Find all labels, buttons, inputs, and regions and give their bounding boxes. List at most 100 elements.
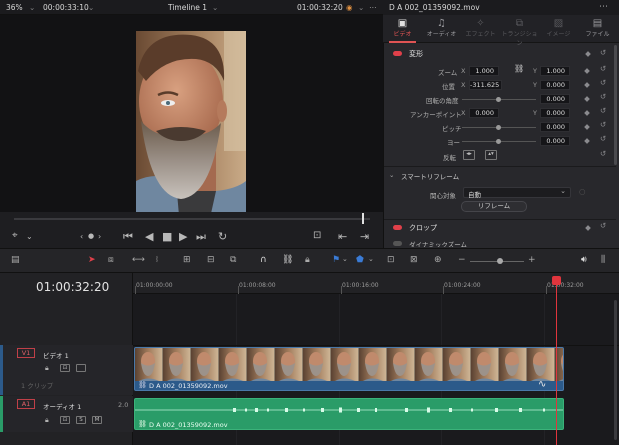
position-y-field[interactable]: 0.000 [540, 80, 570, 90]
reframe-button[interactable]: リフレーム [461, 201, 527, 212]
loop-icon[interactable]: ↻ [218, 230, 227, 243]
scrubber-playhead[interactable] [362, 213, 364, 224]
anchor-y-field[interactable]: 0.000 [540, 108, 570, 118]
zoom-y-field[interactable]: 1.000 [540, 66, 570, 76]
rotation-slider-knob[interactable] [496, 97, 501, 102]
chevron-down-icon[interactable]: ⌄ [88, 3, 94, 12]
jog-right-icon[interactable]: › [98, 232, 101, 241]
transform-section-header[interactable]: 変形 ↺ [384, 47, 616, 61]
linked-selection-icon[interactable]: ⛓ [282, 255, 293, 265]
rotation-field[interactable]: 0.000 [540, 94, 570, 104]
zoom-detail-icon[interactable]: ⊠ [410, 255, 418, 265]
selection-tool-icon[interactable]: ➤ [88, 255, 96, 265]
zoom-in-icon[interactable]: + [528, 255, 536, 265]
reset-icon[interactable]: ↺ [600, 120, 606, 129]
position-lock-icon[interactable]: 🔒︎ [305, 255, 310, 265]
dynamic-zoom-enable-toggle[interactable] [393, 241, 402, 246]
dynamic-zoom-section-header[interactable]: ダイナミックズーム [384, 237, 616, 247]
next-edit-icon[interactable]: ⇥ [360, 230, 369, 243]
timeline-view-options-icon[interactable]: ▤ [11, 255, 20, 265]
reset-icon[interactable]: ↺ [600, 134, 606, 143]
snapping-icon[interactable]: ∩ [260, 255, 267, 265]
flip-vertical-button[interactable]: ▴▾ [485, 150, 497, 160]
crosshair-icon[interactable]: ⌖ [12, 230, 18, 241]
timeline-scrollbar[interactable] [614, 300, 617, 440]
crop-section-header[interactable]: クロップ ↺ [384, 221, 616, 235]
zoom-full-icon[interactable]: ⊡ [387, 255, 395, 265]
video-track-header[interactable]: V1 ビデオ 1 🔒︎ ⊡ 1 クリップ [0, 345, 133, 395]
reset-icon[interactable]: ↺ [600, 48, 606, 57]
auto-track-select-icon[interactable]: ⊡ [60, 416, 70, 424]
transition-curve-icon[interactable]: ∿ [538, 379, 546, 390]
link-icon[interactable]: ⛓ [514, 64, 524, 73]
smart-reframe-section-header[interactable]: ⌄ スマートリフレーム [384, 169, 616, 183]
go-to-end-icon[interactable]: ⏭ [196, 230, 206, 244]
zoom-x-field[interactable]: 1.000 [469, 66, 499, 76]
inspector-scrollbar[interactable] [614, 45, 617, 165]
pitch-field[interactable]: 0.000 [540, 122, 570, 132]
yaw-field[interactable]: 0.000 [540, 136, 570, 146]
marker-icon[interactable]: ⬟ [356, 255, 364, 265]
crop-enable-toggle[interactable] [393, 225, 402, 230]
audio-track-header[interactable]: A1 オーディオ 1 2.0 🔒︎ ⊡ S M [0, 396, 133, 432]
lock-icon[interactable]: 🔒︎ [45, 364, 49, 373]
dynamic-trim-icon[interactable]: ⟷ [132, 255, 145, 265]
stop-icon[interactable]: ■ [162, 230, 172, 243]
video-track-name[interactable]: ビデオ 1 [43, 350, 69, 360]
keyframe-icon[interactable] [585, 51, 591, 57]
mute-button[interactable]: M [92, 416, 102, 424]
tab-file[interactable]: ▤ ファイル [578, 15, 617, 43]
jog-dot-icon[interactable]: ● [88, 232, 94, 240]
zoom-slider-knob[interactable] [497, 258, 503, 264]
position-x-field[interactable]: -311.625 [469, 80, 502, 90]
solo-button[interactable]: S [76, 416, 86, 424]
transform-enable-toggle[interactable] [393, 51, 402, 56]
play-icon[interactable]: ▶ [179, 230, 187, 243]
audio-track-name[interactable]: オーディオ 1 [43, 401, 81, 411]
timeline-ruler[interactable]: 01:00:00:00 01:00:08:00 01:00:16:00 01:0… [133, 273, 619, 294]
lock-icon[interactable]: 🔒︎ [45, 416, 49, 425]
timeline-playhead[interactable] [556, 280, 557, 445]
viewer-canvas[interactable] [0, 15, 383, 227]
yaw-slider-knob[interactable] [496, 139, 501, 144]
speaker-icon[interactable]: 🔊︎ [581, 255, 587, 265]
match-frame-icon[interactable]: ⊡ [313, 230, 321, 241]
keyframe-icon[interactable] [585, 225, 591, 231]
audio-meter-icon[interactable]: ⫼ [601, 255, 605, 265]
insert-clip-icon[interactable]: ⊞ [183, 255, 191, 265]
reset-icon[interactable]: ↺ [600, 92, 606, 101]
track-enable-icon[interactable] [76, 364, 86, 372]
chevron-down-icon[interactable]: ⌄ [212, 3, 218, 12]
options-icon[interactable]: ⋯ [599, 2, 608, 12]
chevron-down-icon[interactable]: ⌄ [29, 3, 35, 12]
overwrite-clip-icon[interactable]: ⊟ [207, 255, 215, 265]
replace-clip-icon[interactable]: ⧉ [230, 255, 236, 265]
reset-icon[interactable]: ↺ [600, 78, 606, 87]
flip-horizontal-button[interactable]: ◂▸ [463, 150, 475, 160]
tab-image[interactable]: ▨ イメージ [539, 15, 578, 43]
trim-tool-icon[interactable]: ⧈ [108, 255, 114, 265]
color-wheel-icon[interactable]: ◉ [346, 3, 353, 12]
reset-icon[interactable]: ↺ [600, 106, 606, 115]
scrubber-track[interactable] [14, 218, 370, 220]
flag-icon[interactable]: ⚑ [332, 255, 340, 265]
anchor-x-field[interactable]: 0.000 [469, 108, 499, 118]
audio-clip[interactable]: ⛓ D A 002_01359092.mov [134, 398, 564, 430]
tab-effects[interactable]: ✧ エフェクト [461, 15, 500, 43]
object-of-interest-dropdown[interactable]: 自動 ⌄ [463, 187, 571, 199]
chevron-down-icon[interactable]: ⌄ [358, 3, 364, 12]
blade-tool-icon[interactable]: ⧙ [156, 255, 158, 265]
reset-icon[interactable]: ↺ [600, 64, 606, 73]
chevron-down-icon[interactable]: ⌄ [342, 255, 348, 263]
tab-audio[interactable]: ♫ オーディオ [422, 15, 461, 43]
reverse-play-icon[interactable]: ◀ [145, 230, 153, 243]
reset-icon[interactable]: ↺ [600, 221, 606, 230]
audio-track-id[interactable]: A1 [17, 399, 35, 409]
zoom-level[interactable]: 36% [6, 3, 23, 12]
options-icon[interactable]: ⋯ [369, 3, 377, 12]
prev-edit-icon[interactable]: ⇤ [338, 230, 347, 243]
tab-video[interactable]: ▣ ビデオ [383, 15, 422, 43]
auto-track-select-icon[interactable]: ⊡ [60, 364, 70, 372]
zoom-out-icon[interactable]: − [458, 255, 466, 265]
jog-left-icon[interactable]: ‹ [80, 232, 83, 241]
